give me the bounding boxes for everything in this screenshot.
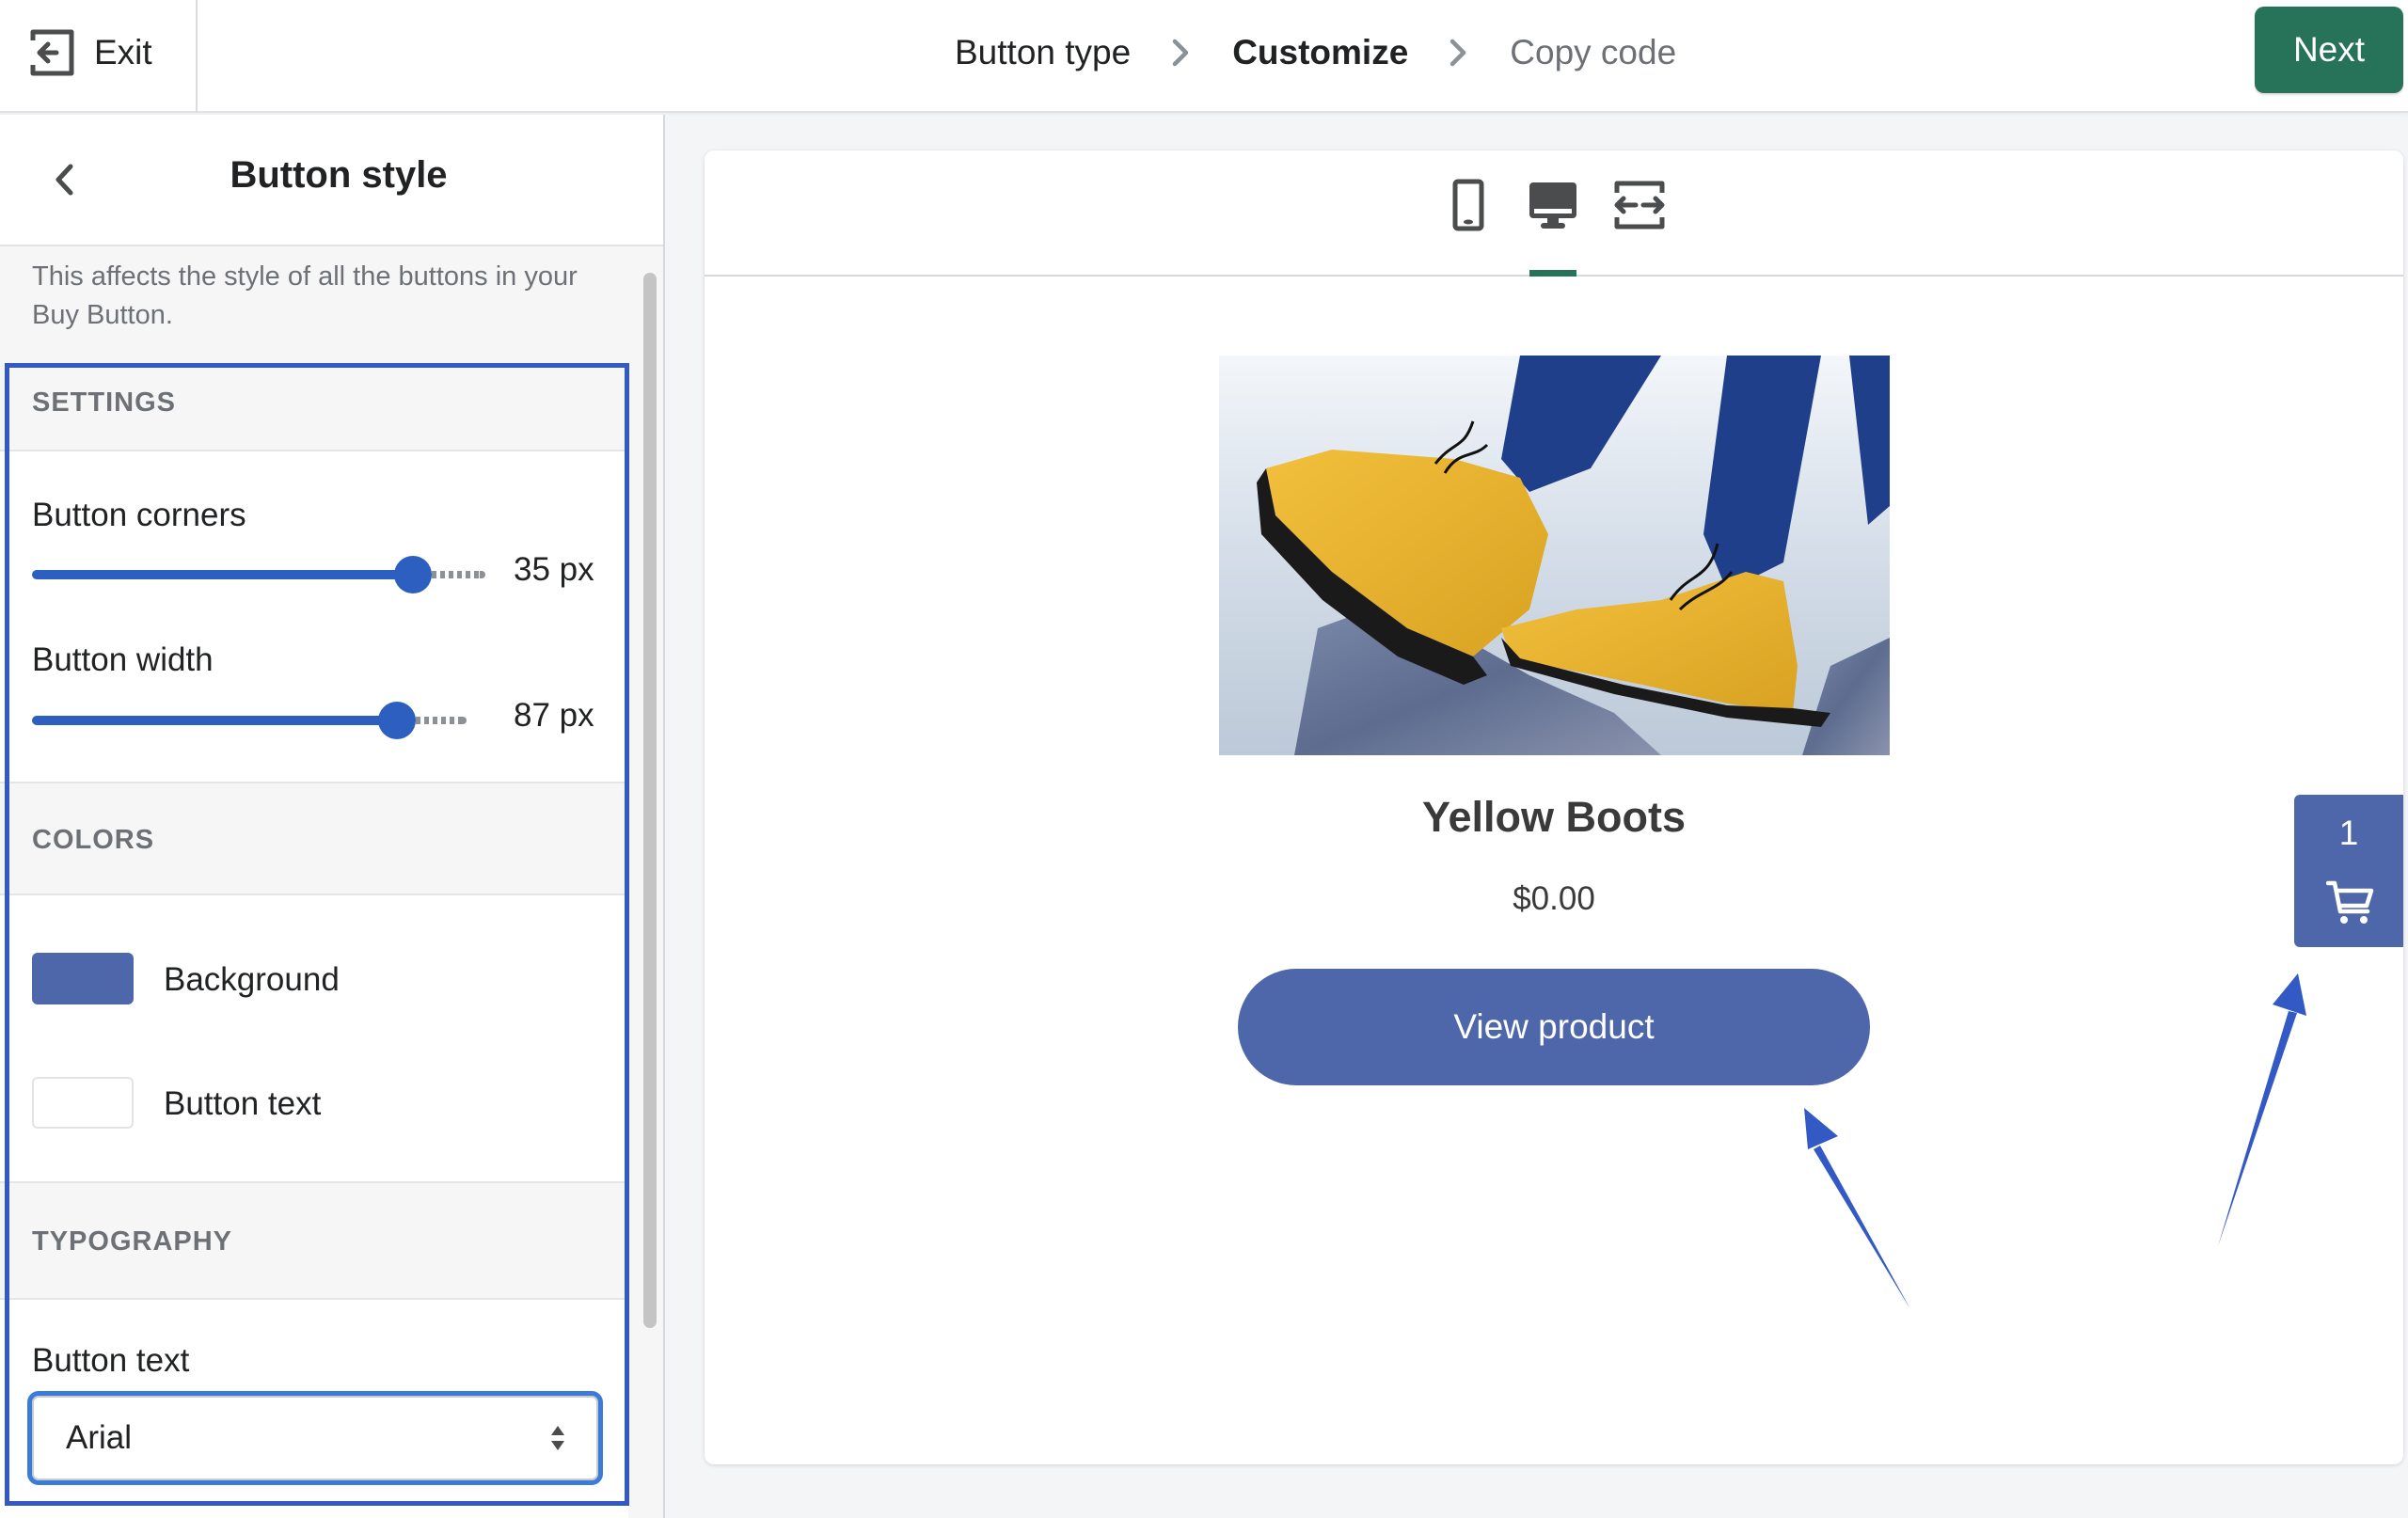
panel-scrollbar[interactable]: [643, 273, 660, 1328]
exit-label: Exit: [94, 33, 152, 71]
settings-section: Button corners 35 px Button width 87 px: [0, 451, 628, 783]
background-color-label: Background: [164, 961, 340, 998]
tab-mobile[interactable]: [1431, 179, 1506, 277]
button-width-slider[interactable]: [32, 702, 467, 739]
device-tabs: [705, 150, 2403, 277]
fluid-width-icon: [1614, 181, 1665, 229]
typography-heading: TYPOGRAPHY: [32, 1226, 233, 1257]
settings-section-header: SETTINGS: [0, 363, 628, 451]
slider-fill: [32, 570, 413, 579]
product-title: Yellow Boots: [1421, 793, 1687, 841]
button-width-label: Button width: [32, 641, 214, 678]
chevron-right-icon: [1166, 34, 1195, 71]
slider-track: [432, 571, 485, 578]
slider-fill: [32, 716, 397, 725]
next-button[interactable]: Next: [2255, 7, 2403, 93]
background-color-swatch[interactable]: [32, 953, 134, 1004]
top-bar: Exit Button type Customize Copy code Nex…: [0, 0, 2408, 113]
exit-button[interactable]: Exit: [28, 24, 152, 81]
slider-thumb[interactable]: [378, 702, 416, 739]
tab-desktop[interactable]: [1515, 179, 1591, 277]
breadcrumb-button-type[interactable]: Button type: [955, 33, 1131, 72]
preview-card: Yellow Boots $0.00 View product: [705, 150, 2403, 1464]
slider-thumb[interactable]: [394, 556, 432, 593]
button-corners-label: Button corners: [32, 497, 246, 533]
panel-title: Button style: [230, 154, 448, 196]
breadcrumb-customize[interactable]: Customize: [1232, 33, 1408, 72]
colors-section: Background Button text: [0, 895, 628, 1183]
button-text-font-label: Button text: [32, 1342, 190, 1379]
product-price: $0.00: [1513, 880, 1595, 917]
colors-section-header: COLORS: [0, 785, 628, 895]
view-product-button[interactable]: View product: [1238, 969, 1870, 1085]
typography-section-header: TYPOGRAPHY: [0, 1185, 628, 1300]
chevron-right-icon: [1444, 34, 1472, 71]
settings-heading: SETTINGS: [32, 387, 177, 418]
mobile-icon: [1452, 179, 1484, 231]
button-text-color-label: Button text: [164, 1085, 322, 1122]
cart-toggle-button[interactable]: 1: [2294, 795, 2403, 947]
font-select-value: Arial: [66, 1419, 133, 1456]
product-image: [1219, 356, 1890, 755]
exit-icon: [30, 29, 74, 76]
cart-icon: [2326, 880, 2374, 924]
breadcrumb: Button type Customize Copy code: [955, 26, 1676, 79]
button-width-value: 87 px: [514, 697, 594, 734]
button-corners-value: 35 px: [514, 551, 594, 588]
font-select[interactable]: Arial: [27, 1391, 603, 1485]
panel-description: This affects the style of all the button…: [32, 261, 578, 330]
tab-fluid-width[interactable]: [1602, 179, 1677, 277]
desktop-icon: [1529, 182, 1576, 229]
breadcrumb-copy-code[interactable]: Copy code: [1510, 33, 1676, 72]
select-arrows-icon: [551, 1426, 564, 1450]
scrollbar-thumb[interactable]: [643, 273, 657, 1328]
divider: [196, 0, 198, 113]
button-style-panel: Button style This affects the style of a…: [0, 115, 665, 1518]
button-corners-slider[interactable]: [32, 556, 485, 593]
slider-track: [416, 717, 467, 724]
colors-heading: COLORS: [32, 825, 155, 855]
panel-header: Button style: [0, 115, 663, 246]
cart-count: 1: [2338, 814, 2359, 852]
button-text-color-swatch[interactable]: [32, 1077, 134, 1129]
